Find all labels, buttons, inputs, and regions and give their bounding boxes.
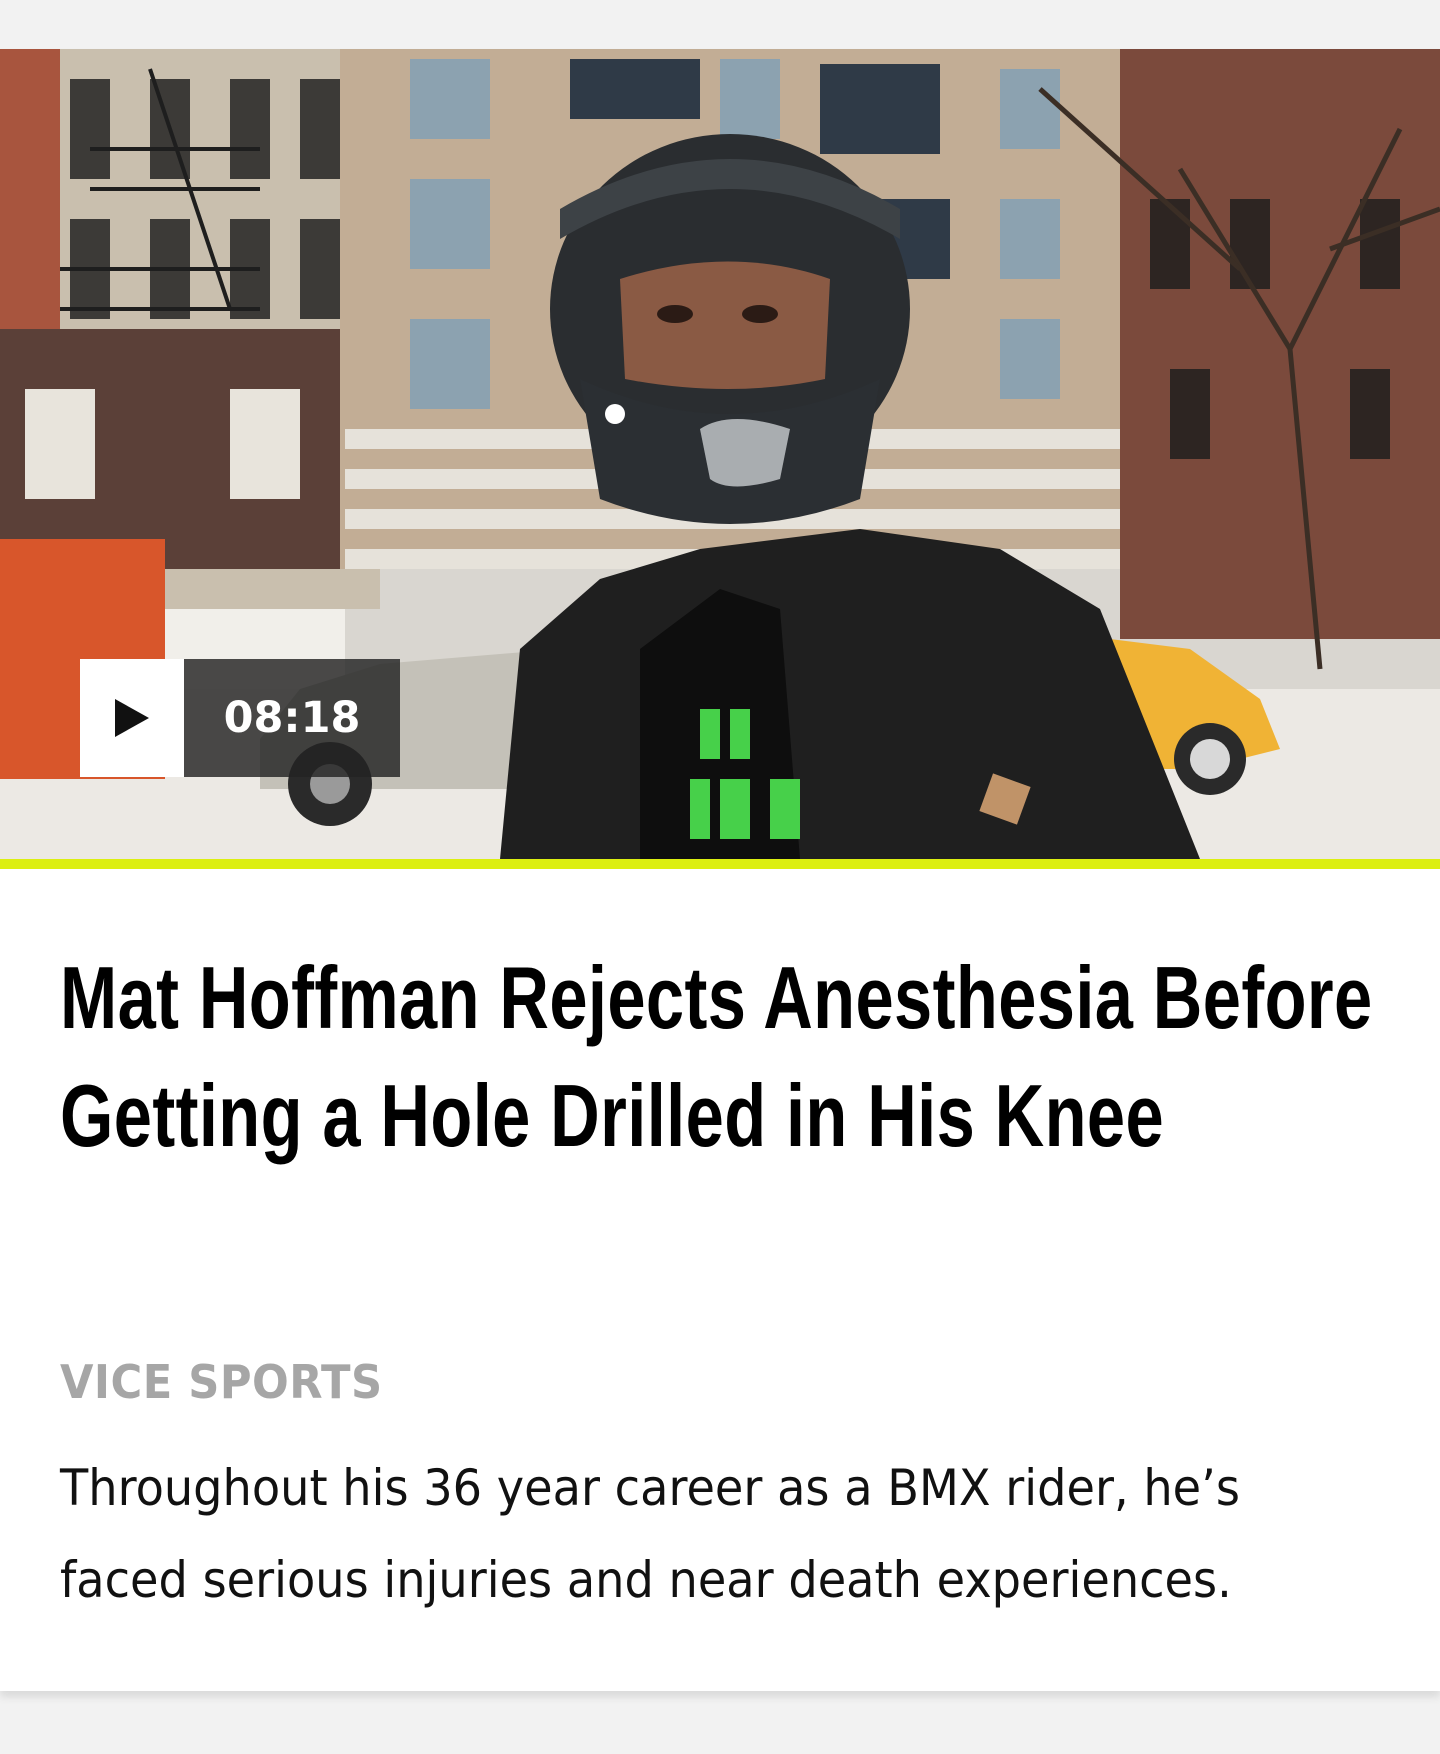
video-duration: 08:18 [184,659,400,777]
accent-divider [0,859,1440,869]
video-thumbnail[interactable]: 08:18 [0,49,1440,859]
play-icon [115,699,149,737]
article-title[interactable]: Mat Hoffman Rejects Anesthesia Before Ge… [60,939,1380,1175]
article-dek: Throughout his 36 year career as a BMX r… [60,1459,1240,1609]
play-button[interactable] [80,659,184,777]
channel-label[interactable]: VICE SPORTS [60,1355,383,1409]
article-card[interactable]: 08:18 Mat Hoffman Rejects Anesthesia Bef… [0,49,1440,1691]
